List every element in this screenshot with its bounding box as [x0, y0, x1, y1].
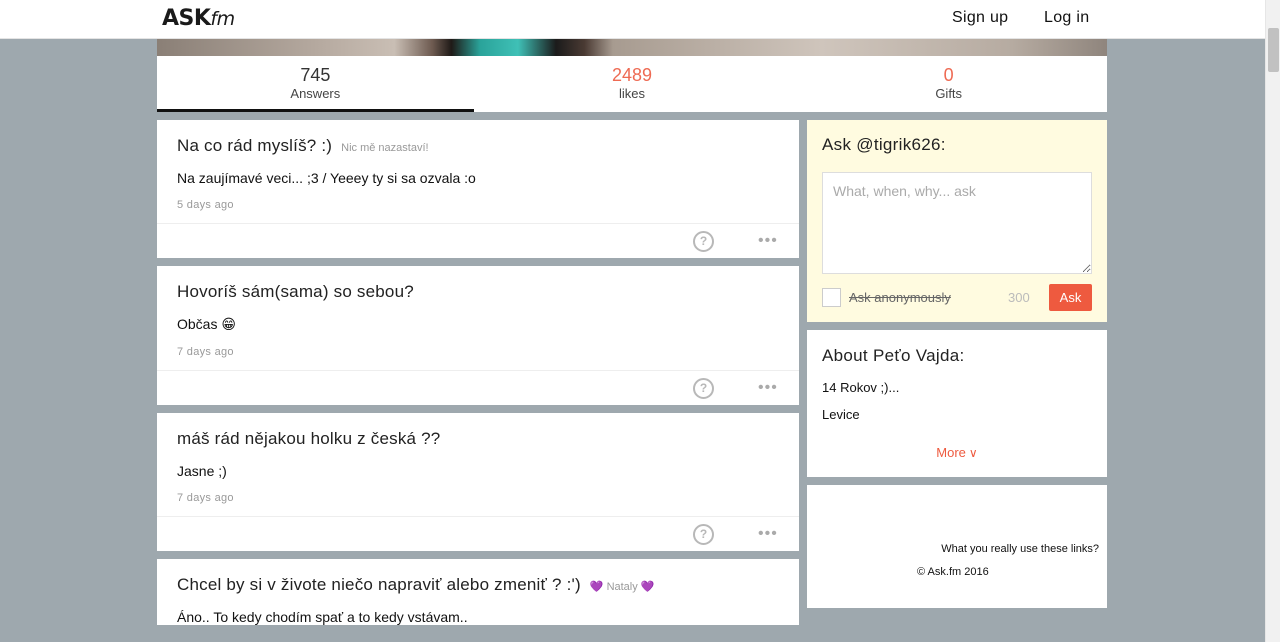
question-text[interactable]: Chcel by si v živote niečo napraviť aleb…	[177, 575, 779, 595]
answer-card: máš rád nějakou holku z česká ?? Jasne ;…	[157, 413, 799, 551]
question-title[interactable]: máš rád nějakou holku z česká ??	[177, 429, 440, 448]
tab-likes[interactable]: 2489 likes	[474, 56, 791, 112]
question-text[interactable]: Hovoríš sám(sama) so sebou?	[177, 282, 779, 302]
answer-text: Jasne ;)	[177, 463, 227, 479]
likes-count: 2489	[611, 65, 653, 85]
top-navigation-bar: ASKfm Sign up Log in	[0, 0, 1265, 39]
answers-feed: Na co rád myslíš? :) Nic mě nazastaví! Na…	[157, 120, 799, 642]
question-reaction-icon[interactable]: ?	[693, 231, 714, 252]
question-text[interactable]: Na co rád myslíš? :) Nic mě nazastaví!	[177, 136, 779, 156]
about-panel: About Peťo Vajda: 14 Rokov ;)... Levice …	[807, 330, 1107, 477]
gifts-label: Gifts	[935, 86, 963, 101]
profile-cover-image	[157, 39, 1107, 56]
question-title[interactable]: Na co rád myslíš? :)	[177, 136, 332, 155]
answers-count: 745	[300, 65, 331, 85]
anonymous-label[interactable]: Ask anonymously	[849, 290, 951, 305]
askfm-logo[interactable]: ASKfm	[162, 6, 235, 31]
question-input[interactable]	[822, 172, 1092, 274]
tab-answers[interactable]: 745 Answers	[157, 56, 474, 112]
footer-links[interactable]: What you really use these links?	[941, 543, 1099, 555]
asker-name[interactable]: 💜 Nataly 💜	[590, 581, 655, 593]
signup-link[interactable]: Sign up	[952, 9, 1008, 27]
scrollbar-thumb[interactable]	[1268, 28, 1279, 72]
ask-question-panel: Ask @tigrik626: Ask anonymously 300 Ask	[807, 120, 1107, 322]
gifts-count: 0	[943, 65, 954, 85]
answer-card: Hovoríš sám(sama) so sebou? Občas 😁 7 da…	[157, 266, 799, 405]
asker-name[interactable]: Nic mě nazastaví!	[341, 142, 428, 154]
about-more-link[interactable]: More ∨	[807, 445, 1107, 460]
about-title: About Peťo Vajda:	[822, 346, 965, 365]
answers-label: Answers	[290, 86, 341, 101]
answer-actions: ? •••	[157, 370, 799, 405]
answer-timestamp[interactable]: 7 days ago	[177, 346, 779, 358]
answer-timestamp[interactable]: 5 days ago	[177, 199, 779, 211]
answer-actions: ? •••	[157, 516, 799, 551]
question-title[interactable]: Hovoríš sám(sama) so sebou?	[177, 282, 414, 301]
answer-text: Občas 😁	[177, 316, 236, 332]
logo-main-text: ASK	[162, 6, 211, 31]
about-location: Levice	[822, 407, 860, 422]
question-reaction-icon[interactable]: ?	[693, 378, 714, 399]
page-scrollbar[interactable]	[1265, 0, 1280, 642]
footer-panel: What you really use these links? © Ask.f…	[807, 485, 1107, 608]
copyright-text: © Ask.fm 2016	[917, 566, 989, 578]
tab-gifts[interactable]: 0 Gifts	[790, 56, 1107, 112]
ellipsis-icon[interactable]: •••	[758, 524, 778, 544]
about-bio: 14 Rokov ;)...	[822, 380, 900, 395]
character-counter: 300	[1008, 290, 1030, 305]
more-label: More	[936, 445, 966, 460]
answer-actions: ? •••	[157, 223, 799, 258]
ask-title: Ask @tigrik626:	[822, 135, 946, 154]
question-title[interactable]: Chcel by si v živote niečo napraviť aleb…	[177, 575, 581, 594]
logo-suffix-text: fm	[210, 8, 235, 30]
answer-timestamp[interactable]: 7 days ago	[177, 492, 779, 504]
profile-stats-tabs: 745 Answers 2489 likes 0 Gifts	[157, 56, 1107, 112]
answer-card: Chcel by si v živote niečo napraviť aleb…	[157, 559, 799, 625]
likes-label: likes	[619, 86, 646, 101]
answer-text: Áno.. To kedy chodím spať a to kedy vstá…	[177, 609, 468, 625]
answer-text: Na zaujímavé veci... ;3 / Yeeey ty si sa…	[177, 170, 476, 186]
ask-button[interactable]: Ask	[1049, 284, 1092, 311]
anonymous-checkbox[interactable]	[822, 288, 841, 307]
login-link[interactable]: Log in	[1044, 9, 1089, 27]
ellipsis-icon[interactable]: •••	[758, 378, 778, 398]
question-reaction-icon[interactable]: ?	[693, 524, 714, 545]
chevron-down-icon: ∨	[968, 446, 978, 460]
question-text[interactable]: máš rád nějakou holku z česká ??	[177, 429, 779, 449]
ellipsis-icon[interactable]: •••	[758, 231, 778, 251]
answer-card: Na co rád myslíš? :) Nic mě nazastaví! Na…	[157, 120, 799, 258]
